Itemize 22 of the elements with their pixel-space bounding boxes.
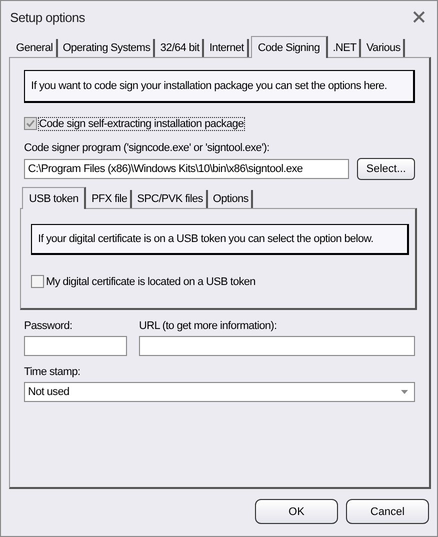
tab[interactable]: Various (363, 39, 406, 57)
time-stamp-dropdown[interactable]: Not used (24, 382, 415, 402)
tab[interactable]: USB token (22, 187, 86, 209)
info-text: If your digital certificate is on a USB token you can select the option below. (31, 224, 409, 255)
info-text: If you want to code sign your installation package you can set the options here. (24, 70, 415, 103)
window-title: Setup options (10, 10, 85, 24)
select-button[interactable]: Select... (357, 158, 415, 180)
checkbox-label: Code sign self-extracting installation package (39, 118, 244, 130)
field-label: Code signer program ('signcode.exe' or 'signtool.exe'): (24, 142, 270, 154)
field-label: Password: (24, 320, 74, 332)
field-label: URL (to get more information): (139, 320, 278, 332)
password-field[interactable] (24, 336, 127, 356)
url-field[interactable] (139, 336, 415, 356)
signer-path-field[interactable]: C:\Program Files (x86)\Windows Kits\10\bin\x86\signtool.exe (24, 159, 350, 179)
tab[interactable]: Code Signing (250, 36, 328, 58)
close-icon[interactable] (413, 11, 425, 23)
dialog-button[interactable]: Cancel (346, 499, 429, 524)
dialog-button[interactable]: OK (255, 499, 338, 524)
checkbox-label: My digital certificate is located on a USB token (46, 276, 256, 288)
field-label: Time stamp: (24, 366, 82, 378)
caret-icon (401, 390, 408, 394)
checkbox[interactable] (31, 275, 44, 288)
